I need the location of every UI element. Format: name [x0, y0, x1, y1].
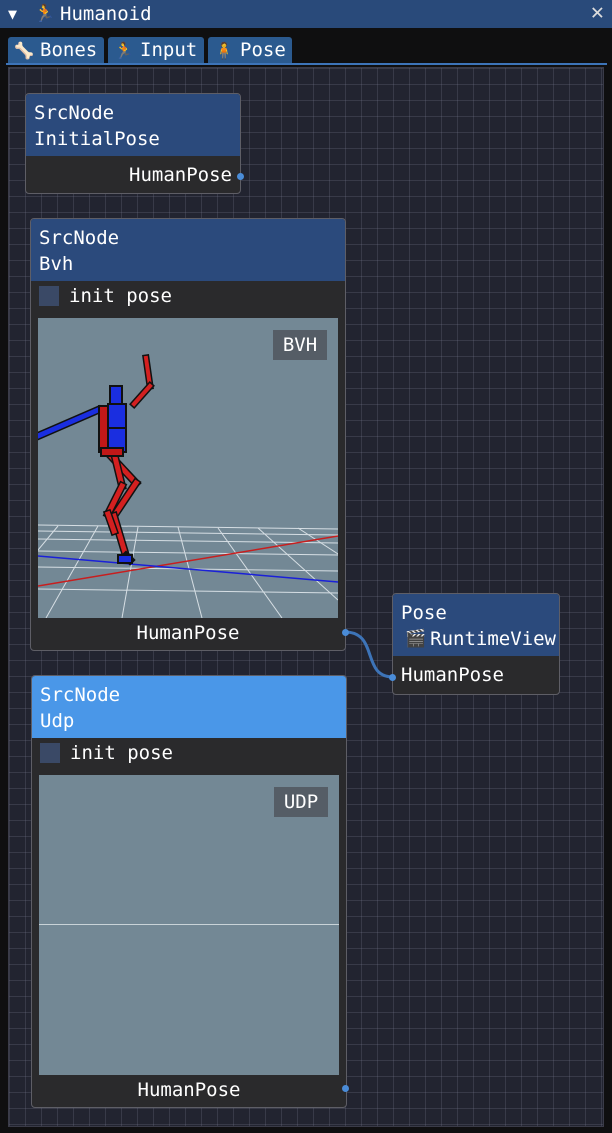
running-figure-icon: 🏃 [34, 4, 56, 24]
output-pin-label: HumanPose [136, 622, 240, 644]
output-pin-label: HumanPose [129, 164, 232, 186]
node-bvh[interactable]: SrcNode Bvh init pose BVH HumanPose [30, 218, 346, 651]
output-pin[interactable] [237, 173, 244, 180]
checkbox-label: init pose [70, 742, 173, 764]
node-runtime-view[interactable]: Pose 🎬 RuntimeView HumanPose [392, 593, 560, 695]
node-type: SrcNode [39, 227, 120, 249]
node-type: SrcNode [40, 684, 121, 706]
node-header[interactable]: SrcNode Udp [32, 676, 346, 738]
skeleton-scene [38, 354, 338, 618]
node-header[interactable]: Pose 🎬 RuntimeView [393, 594, 559, 656]
init-pose-checkbox[interactable] [40, 743, 60, 763]
checkbox-label: init pose [69, 285, 172, 307]
view-label: UDP [274, 787, 328, 817]
tab-label: Bones [40, 39, 98, 61]
node-name: InitialPose [34, 128, 160, 150]
input-pin-label: HumanPose [401, 664, 504, 686]
running-figure-icon: 🏃 [114, 40, 134, 60]
output-pin[interactable] [342, 629, 349, 636]
person-icon: 🧍 [214, 40, 234, 60]
clapperboard-icon: 🎬 [405, 629, 427, 649]
floor-grid [38, 524, 338, 618]
node-link[interactable] [344, 630, 394, 679]
node-name: Udp [40, 710, 75, 732]
node-udp[interactable]: SrcNode Udp init pose UDP HumanPose [31, 675, 347, 1108]
output-pin-label: HumanPose [137, 1079, 241, 1101]
close-icon[interactable]: ✕ [591, 2, 604, 24]
tab-input[interactable]: 🏃 Input [108, 37, 204, 63]
tab-bones[interactable]: 🦴 Bones [8, 37, 104, 63]
node-header[interactable]: SrcNode InitialPose [26, 94, 240, 156]
init-pose-checkbox-row[interactable]: init pose [31, 281, 345, 311]
view-label: BVH [273, 330, 327, 360]
collapse-arrow-icon[interactable]: ▼ [8, 5, 24, 23]
window-titlebar[interactable]: ▼ 🏃 Humanoid ✕ [0, 0, 612, 28]
node-name-row: 🎬 RuntimeView [401, 626, 556, 652]
tab-underline [6, 63, 607, 65]
init-pose-checkbox-row[interactable]: init pose [32, 738, 346, 768]
init-pose-checkbox[interactable] [39, 286, 59, 306]
node-name: RuntimeView [430, 628, 557, 650]
bvh-preview-view[interactable]: BVH [38, 318, 338, 618]
input-pin[interactable] [389, 674, 396, 681]
node-initial-pose[interactable]: SrcNode InitialPose HumanPose [25, 93, 241, 194]
node-type: SrcNode [34, 102, 115, 124]
tab-bar: 🦴 Bones 🏃 Input 🧍 Pose [0, 28, 612, 66]
horizon-line [39, 924, 339, 925]
tab-label: Pose [240, 39, 286, 61]
udp-preview-view[interactable]: UDP [39, 775, 339, 1075]
node-type: Pose [401, 602, 447, 624]
node-graph-canvas[interactable]: SrcNode InitialPose HumanPose SrcNode Bv… [8, 67, 604, 1127]
node-header[interactable]: SrcNode Bvh [31, 219, 345, 281]
window-title: Humanoid [60, 3, 152, 25]
output-pin[interactable] [342, 1085, 349, 1092]
tab-pose[interactable]: 🧍 Pose [208, 37, 292, 63]
node-name: Bvh [39, 253, 74, 275]
bone-icon: 🦴 [14, 40, 34, 60]
tab-label: Input [140, 39, 198, 61]
